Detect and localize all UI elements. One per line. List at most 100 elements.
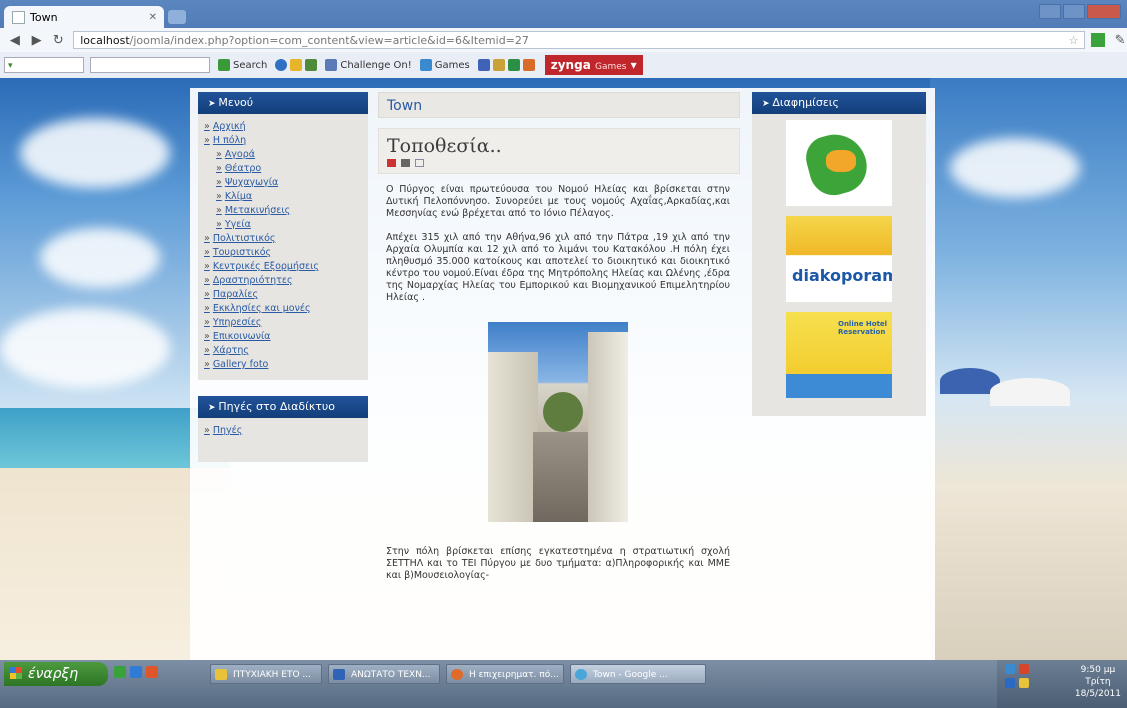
article-body: Ο Πύργος είναι πρωτεύουσα του Νομού Ηλεί…: [378, 184, 740, 582]
menu-item-churches[interactable]: » Εκκλησίες και μονές: [204, 302, 362, 316]
quick-launch-icon[interactable]: [130, 666, 142, 678]
addon-toolbar: ▾ Search Challenge On! Games zynga Games: [0, 52, 1127, 79]
minimize-button[interactable]: [1039, 4, 1061, 19]
challenge-label: Challenge On!: [340, 59, 412, 71]
url-host: localhost: [80, 33, 130, 47]
email-icon[interactable]: [415, 159, 424, 167]
menu-item-touristic[interactable]: » Τουριστικός: [204, 246, 362, 260]
article-header: Τοποθεσία..: [378, 128, 740, 174]
print-icon[interactable]: [401, 159, 410, 167]
menu-item-entertainment[interactable]: » Ψυχαγωγία: [204, 176, 362, 190]
taskbar-button[interactable]: ΠΤΥΧΙΑΚΗ ΕΤΟ ...: [210, 664, 322, 684]
ad-diakoporama-text: diakoporama: [792, 266, 892, 285]
menu-item-theater[interactable]: » Θέατρο: [204, 162, 362, 176]
quick-launch-icon[interactable]: [114, 666, 126, 678]
new-tab-button[interactable]: [168, 10, 186, 24]
window-controls: [1039, 4, 1121, 19]
tab-close-icon[interactable]: ✕: [149, 12, 157, 23]
navigation-bar: ◀ ▶ ↻ localhost/joomla/index.php?option=…: [0, 28, 1127, 52]
menu-item-gallery[interactable]: » Gallery foto: [204, 358, 362, 372]
start-button[interactable]: έναρξη: [4, 662, 108, 686]
menu-item-map[interactable]: » Χάρτης: [204, 344, 362, 358]
zynga-sub-label: Games: [594, 62, 627, 72]
article-paragraph: Ο Πύργος είναι πρωτεύουσα του Νομού Ηλεί…: [386, 184, 730, 219]
links-heading: Πηγές στο Διαδίκτυο: [198, 396, 368, 418]
tab-title: Town: [30, 10, 58, 24]
background-beach-right: [930, 78, 1127, 660]
tab-town[interactable]: Town ✕: [4, 6, 164, 28]
menu-item-services[interactable]: » Υπηρεσίες: [204, 316, 362, 330]
main-menu: » Αρχική » Η πόλη » Αγορά » Θέατρο » Ψυχαγωγί…: [198, 114, 368, 380]
ad-diakoporama-banner[interactable]: diakoporama: [786, 216, 892, 302]
extension-icon[interactable]: [1091, 33, 1106, 47]
page-container: Μενού »Αρχική »Η πόλη »Αγορά »Θέατρο »Ψυ…: [190, 88, 935, 660]
background-cloud: [20, 118, 170, 188]
clock[interactable]: 9:50 μμ Τρίτη 18/5/2011: [1075, 664, 1121, 700]
menu-item-beaches[interactable]: » Παραλίες: [204, 288, 362, 302]
menu-item-home[interactable]: » Αρχική: [204, 120, 362, 134]
clock-day: Τρίτη: [1085, 677, 1111, 687]
menu-item-cultural[interactable]: » Πολιτιστικός: [204, 232, 362, 246]
article-paragraph: Στην πόλη βρίσκεται επίσης εγκατεστημένα…: [386, 546, 730, 581]
toolbar-search-button[interactable]: Search: [218, 59, 267, 71]
wrench-menu-icon[interactable]: ✎: [1113, 33, 1127, 48]
menu-item-contact[interactable]: » Επικοινωνία: [204, 330, 362, 344]
taskbar-button[interactable]: Η επιχειρηματ. πό...: [446, 664, 564, 684]
search-label: Search: [233, 59, 268, 71]
system-tray: 9:50 μμ Τρίτη 18/5/2011: [997, 660, 1127, 708]
links-menu: » Πηγές: [198, 418, 368, 462]
toolbar-globe-button[interactable]: [275, 59, 318, 71]
star-icon: [290, 59, 303, 71]
games-label: Games: [434, 59, 470, 71]
taskbar-button-active[interactable]: Town - Google ...: [570, 664, 706, 684]
page-favicon-icon: [12, 10, 25, 24]
left-column: Μενού »Αρχική »Η πόλη »Αγορά »Θέατρο »Ψυ…: [198, 92, 368, 462]
quick-launch-icon[interactable]: [146, 666, 158, 678]
chat-icon: [507, 59, 520, 71]
maximize-button[interactable]: [1063, 4, 1085, 19]
background-cloud: [40, 228, 160, 288]
network-icon[interactable]: [1005, 664, 1015, 674]
address-bar[interactable]: localhost/joomla/index.php?option=com_co…: [73, 31, 1086, 49]
menu-item-excursions[interactable]: » Κεντρικές Εξορμήσεις: [204, 260, 362, 274]
pdf-icon[interactable]: [387, 159, 396, 167]
menu-item-market[interactable]: » Αγορά: [204, 148, 362, 162]
ads-heading: Διαφημίσεις: [752, 92, 926, 114]
article-title: Τοποθεσία..: [387, 135, 502, 157]
toolbar-misc-buttons[interactable]: [477, 59, 535, 71]
back-arrow-icon[interactable]: ◀: [8, 33, 22, 48]
zynga-games-button[interactable]: zynga Games ▾: [544, 55, 643, 75]
toolbar-games-button[interactable]: Games: [419, 59, 470, 71]
word-icon: [333, 669, 345, 680]
ad-map-banner[interactable]: [786, 120, 892, 206]
article-paragraph: Απέχει 315 χιλ από την Αθήνα,96 χιλ από …: [386, 232, 730, 303]
puzzle-icon: [492, 59, 505, 71]
clock-date: 18/5/2011: [1074, 689, 1121, 699]
firefox-icon: [451, 669, 463, 680]
forward-arrow-icon[interactable]: ▶: [30, 33, 44, 48]
toolbar-brand-dropdown[interactable]: ▾: [4, 57, 84, 73]
street-photo: [488, 322, 628, 522]
ad-hotel-banner[interactable]: Online Hotel Reservation: [786, 312, 892, 398]
close-window-button[interactable]: [1087, 4, 1121, 19]
taskbar-button[interactable]: ΑΝΩΤΑΤΟ ΤΕΧΝ...: [328, 664, 440, 684]
tray-icon[interactable]: [1019, 678, 1029, 688]
menu-item-health[interactable]: » Υγεία: [204, 218, 362, 232]
tray-icon[interactable]: [1005, 678, 1015, 688]
web-page: Μενού »Αρχική »Η πόλη »Αγορά »Θέατρο »Ψυ…: [0, 78, 1127, 660]
windows-taskbar: έναρξη ΠΤΥΧΙΑΚΗ ΕΤΟ ... ΑΝΩΤΑΤΟ ΤΕΧΝ... …: [0, 660, 1127, 708]
tray-icon[interactable]: [1019, 664, 1029, 674]
menu-item-activities[interactable]: » Δραστηριότητες: [204, 274, 362, 288]
menu-item-transport[interactable]: » Μετακινήσεις: [204, 204, 362, 218]
reload-icon[interactable]: ↻: [52, 33, 66, 48]
toolbar-challenge-button[interactable]: Challenge On!: [325, 59, 412, 71]
menu-item-sources[interactable]: » Πηγές: [204, 424, 362, 438]
toolbar-search-input[interactable]: [90, 57, 210, 73]
menu-heading: Μενού: [198, 92, 368, 114]
photo-icon: [305, 59, 318, 71]
ad-hotel-text: Online Hotel Reservation: [838, 320, 888, 336]
right-column: Διαφημίσεις diakoporama Online Hotel Res…: [752, 92, 926, 416]
menu-item-city[interactable]: » Η πόλη: [204, 134, 362, 148]
bookmark-star-icon[interactable]: ☆: [1069, 34, 1079, 47]
menu-item-climate[interactable]: » Κλίμα: [204, 190, 362, 204]
